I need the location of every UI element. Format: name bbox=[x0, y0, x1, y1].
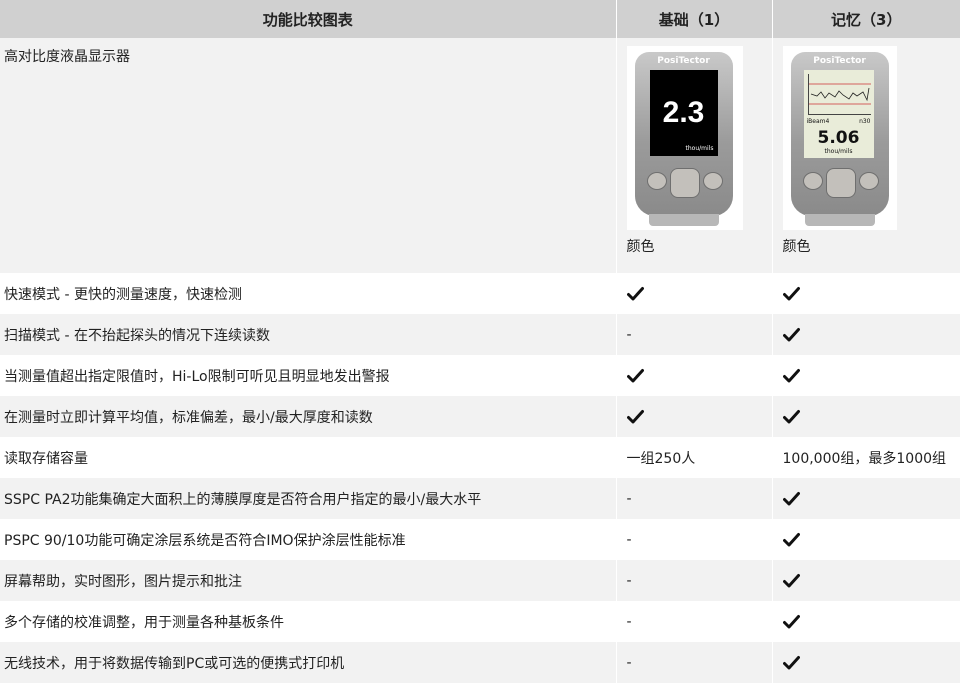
header-memory: 记忆（3） bbox=[772, 0, 960, 38]
memory-caption: 颜色 bbox=[783, 236, 960, 256]
memory-value: 100,000组，最多1000组 bbox=[772, 437, 960, 478]
memory-value bbox=[772, 560, 960, 601]
memory-value bbox=[772, 355, 960, 396]
check-mark-icon bbox=[627, 368, 644, 384]
value-text: 一组250人 bbox=[627, 451, 696, 467]
header-feature: 功能比较图表 bbox=[0, 0, 616, 38]
memory-value bbox=[772, 642, 960, 683]
device-center-button bbox=[826, 168, 856, 198]
row-label: PSPC 90/10功能可确定涂层系统是否符合IMO保护涂层性能标准 bbox=[0, 519, 616, 560]
memory-value bbox=[772, 314, 960, 355]
basic-value: - bbox=[616, 642, 772, 683]
value-text: 100,000组，最多1000组 bbox=[783, 451, 947, 467]
not-available-dash: - bbox=[627, 327, 632, 343]
device-screen: iBeam4 n30 5.06 thou/mils bbox=[804, 70, 874, 158]
device-reading: 5.06 bbox=[804, 128, 874, 148]
table-row: 在测量时立即计算平均值，标准偏差，最小/最大厚度和读数 bbox=[0, 396, 960, 437]
header-basic: 基础（1） bbox=[616, 0, 772, 38]
basic-value bbox=[616, 396, 772, 437]
basic-value: 一组250人 bbox=[616, 437, 772, 478]
basic-device-cell: PosiTector 2.3 thou/mils 颜色 bbox=[616, 38, 772, 273]
device-right-button bbox=[859, 172, 879, 190]
check-mark-icon bbox=[783, 368, 800, 384]
not-available-dash: - bbox=[627, 614, 632, 630]
table-row: PSPC 90/10功能可确定涂层系统是否符合IMO保护涂层性能标准- bbox=[0, 519, 960, 560]
table-header-row: 功能比较图表 基础（1） 记忆（3） bbox=[0, 0, 960, 38]
device-probe-connector bbox=[649, 214, 719, 226]
basic-caption: 颜色 bbox=[627, 236, 772, 256]
check-mark-icon bbox=[783, 614, 800, 630]
check-mark-icon bbox=[783, 409, 800, 425]
memory-value bbox=[772, 396, 960, 437]
check-mark-icon bbox=[783, 532, 800, 548]
not-available-dash: - bbox=[627, 573, 632, 589]
device-unit: thou/mils bbox=[686, 145, 714, 152]
not-available-dash: - bbox=[627, 532, 632, 548]
row-label: 无线技术，用于将数据传输到PC或可选的便携式打印机 bbox=[0, 642, 616, 683]
device-graph bbox=[808, 74, 871, 115]
check-mark-icon bbox=[783, 286, 800, 302]
basic-value: - bbox=[616, 601, 772, 642]
not-available-dash: - bbox=[627, 655, 632, 671]
device-meta: iBeam4 n30 bbox=[807, 118, 871, 125]
device-right-button bbox=[703, 172, 723, 190]
basic-value: - bbox=[616, 560, 772, 601]
table-row: 多个存储的校准调整，用于测量各种基板条件- bbox=[0, 601, 960, 642]
check-mark-icon bbox=[627, 286, 644, 302]
table-row: 快速模式 - 更快的测量速度，快速检测 bbox=[0, 273, 960, 314]
basic-value bbox=[616, 355, 772, 396]
basic-gauge-image: PosiTector 2.3 thou/mils bbox=[627, 46, 743, 230]
basic-value bbox=[616, 273, 772, 314]
table-row: 当测量值超出指定限值时，Hi-Lo限制可听见且明显地发出警报 bbox=[0, 355, 960, 396]
table-row: 读取存储容量一组250人 100,000组，最多1000组 bbox=[0, 437, 960, 478]
check-mark-icon bbox=[627, 409, 644, 425]
row-label: 扫描模式 - 在不抬起探头的情况下连续读数 bbox=[0, 314, 616, 355]
device-unit: thou/mils bbox=[804, 148, 874, 155]
device-left-button bbox=[803, 172, 823, 190]
device-left-button bbox=[647, 172, 667, 190]
device-center-button bbox=[670, 168, 700, 198]
device-probe-connector bbox=[805, 214, 875, 226]
device-screen: 2.3 thou/mils bbox=[650, 70, 718, 156]
check-mark-icon bbox=[783, 573, 800, 589]
memory-value bbox=[772, 478, 960, 519]
table-row: 屏幕帮助，实时图形，图片提示和批注- bbox=[0, 560, 960, 601]
device-reading: 2.3 bbox=[650, 96, 718, 130]
feature-comparison-table: 功能比较图表 基础（1） 记忆（3） 高对比度液晶显示器 PosiTector … bbox=[0, 0, 960, 683]
memory-device-cell: PosiTector iBeam4 n bbox=[772, 38, 960, 273]
row-label: 屏幕帮助，实时图形，图片提示和批注 bbox=[0, 560, 616, 601]
row-label: 当测量值超出指定限值时，Hi-Lo限制可听见且明显地发出警报 bbox=[0, 355, 616, 396]
row-label: 快速模式 - 更快的测量速度，快速检测 bbox=[0, 273, 616, 314]
table-row: SSPC PA2功能集确定大面积上的薄膜厚度是否符合用户指定的最小/最大水平- bbox=[0, 478, 960, 519]
row-label: 多个存储的校准调整，用于测量各种基板条件 bbox=[0, 601, 616, 642]
row-label: 高对比度液晶显示器 bbox=[0, 38, 616, 273]
memory-value bbox=[772, 519, 960, 560]
table-row: 无线技术，用于将数据传输到PC或可选的便携式打印机- bbox=[0, 642, 960, 683]
basic-value: - bbox=[616, 314, 772, 355]
row-label: 在测量时立即计算平均值，标准偏差，最小/最大厚度和读数 bbox=[0, 396, 616, 437]
device-batch: iBeam4 bbox=[807, 118, 830, 125]
table-row-display: 高对比度液晶显示器 PosiTector 2.3 thou/mils bbox=[0, 38, 960, 273]
table-row: 扫描模式 - 在不抬起探头的情况下连续读数- bbox=[0, 314, 960, 355]
check-mark-icon bbox=[783, 655, 800, 671]
check-mark-icon bbox=[783, 491, 800, 507]
memory-gauge-image: PosiTector iBeam4 n bbox=[783, 46, 897, 230]
device-count: n30 bbox=[859, 118, 870, 125]
memory-value bbox=[772, 601, 960, 642]
basic-value: - bbox=[616, 519, 772, 560]
not-available-dash: - bbox=[627, 491, 632, 507]
row-label: 读取存储容量 bbox=[0, 437, 616, 478]
row-label: SSPC PA2功能集确定大面积上的薄膜厚度是否符合用户指定的最小/最大水平 bbox=[0, 478, 616, 519]
basic-value: - bbox=[616, 478, 772, 519]
device-brand: PosiTector bbox=[791, 56, 889, 66]
memory-value bbox=[772, 273, 960, 314]
device-brand: PosiTector bbox=[635, 56, 733, 66]
check-mark-icon bbox=[783, 327, 800, 343]
